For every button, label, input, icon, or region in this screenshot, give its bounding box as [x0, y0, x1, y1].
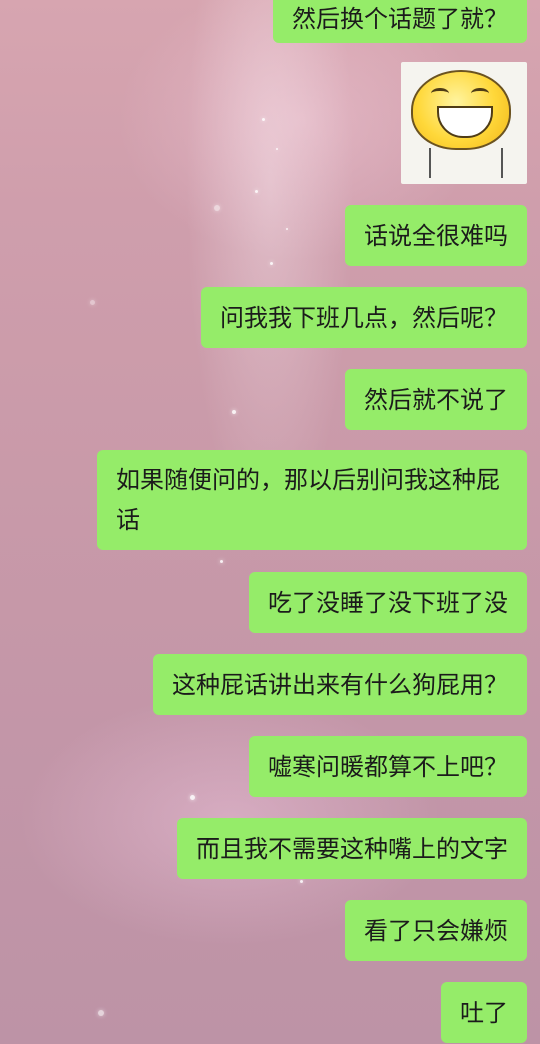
message-bubble[interactable]: 话说全很难吗: [345, 205, 527, 266]
message-bubble[interactable]: 而且我不需要这种嘴上的文字: [177, 818, 527, 879]
message-bubble[interactable]: 看了只会嫌烦: [345, 900, 527, 961]
message-bubble[interactable]: 如果随便问的，那以后别问我这种屁话: [97, 450, 527, 550]
laughing-face-icon: [411, 70, 511, 150]
message-bubble[interactable]: 然后就不说了: [345, 369, 527, 430]
message-bubble[interactable]: 然后换个话题了就？: [273, 0, 527, 43]
message-bubble[interactable]: 这种屁话讲出来有什么狗屁用？: [153, 654, 527, 715]
message-bubble[interactable]: 嘘寒问暖都算不上吧？: [249, 736, 527, 797]
message-bubble[interactable]: 吐了: [441, 982, 527, 1043]
message-bubble[interactable]: 问我我下班几点，然后呢？: [201, 287, 527, 348]
chat-message-list: 然后换个话题了就？ 话说全很难吗 问我我下班几点，然后呢？ 然后就不说了 如果随…: [0, 0, 540, 1044]
message-bubble[interactable]: 吃了没睡了没下班了没: [249, 572, 527, 633]
laughing-face-sticker[interactable]: [401, 62, 527, 184]
